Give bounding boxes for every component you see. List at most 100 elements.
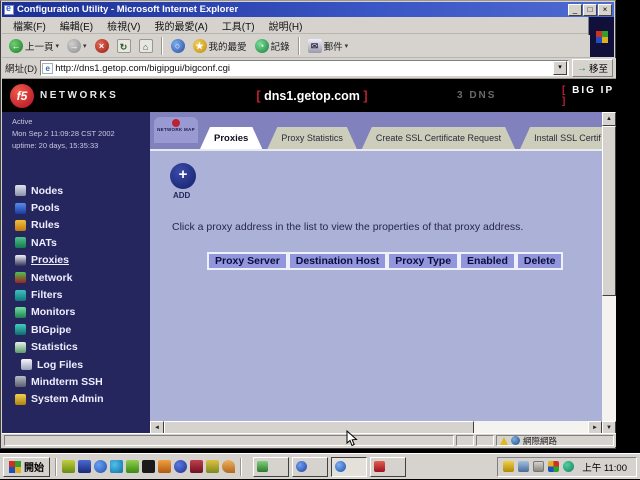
page-vertical-scrollbar[interactable]: ▲ ▼ [602,112,616,435]
sidebar-item-nats[interactable]: NATs [2,234,134,251]
tray-icon-5[interactable] [563,461,574,472]
link-bigip[interactable]: [ BIG IP ] [562,85,616,107]
add-button[interactable]: + [170,163,196,189]
instruction-text: Click a proxy address in the list to vie… [172,221,582,233]
minimize-button[interactable]: _ [568,4,582,16]
sidebar-nav: Nodes Pools Rules NATs Proxies Network F… [2,182,134,408]
start-button[interactable]: 開始 [3,457,50,477]
task-button-3[interactable] [331,457,367,477]
tray-icon-1[interactable] [503,461,514,472]
favorites-button[interactable]: ★ 我的最愛 [190,38,250,54]
status-panel [476,435,494,446]
quicklaunch-icon-11[interactable] [222,460,235,473]
quicklaunch-icon-10[interactable] [206,460,219,473]
back-dropdown-icon[interactable]: ▾ [56,42,60,50]
system-admin-icon [15,394,26,405]
titlebar: Configuration Utility - Microsoft Intern… [2,2,614,17]
app-icon [335,461,346,472]
tray-icon-4[interactable] [548,461,559,472]
tab-create-ssl-certificate-request[interactable]: Create SSL Certificate Request [362,127,515,149]
proxy-table: Proxy Server Destination Host Proxy Type… [206,251,564,271]
sidebar-item-nodes[interactable]: Nodes [2,182,134,199]
sidebar-item-filters[interactable]: Filters [2,286,134,303]
go-button[interactable]: → 移至 [572,59,613,77]
add-button-label[interactable]: ADD [173,191,190,200]
column-delete: Delete [517,253,563,269]
menu-edit[interactable]: 編輯(E) [53,17,100,34]
stop-button[interactable]: × [92,38,112,54]
back-icon: ← [9,39,23,53]
menu-view[interactable]: 檢視(V) [100,17,147,34]
sidebar-item-proxies[interactable]: Proxies [2,252,134,269]
proxies-icon [15,255,26,266]
quicklaunch-icon-3[interactable] [94,460,107,473]
windows-flag-icon [9,461,21,473]
page-viewport: f5 NETWORKS [ dns1.getop.com ] 3 DNS [ B… [2,79,616,435]
tab-proxy-statistics[interactable]: Proxy Statistics [267,127,357,149]
quicklaunch-icon-8[interactable] [174,460,187,473]
back-button[interactable]: ← 上一頁 ▾ [6,38,62,54]
quicklaunch-icon-6[interactable] [142,460,155,473]
url-input[interactable] [55,63,553,74]
mail-dropdown-icon[interactable]: ▾ [345,42,349,50]
mail-button[interactable]: ✉ 郵件 ▾ [305,38,352,54]
zone-label: 網際網路 [523,435,557,447]
address-label: 網址(D) [5,61,37,75]
task-button-2[interactable] [292,457,328,477]
toolbar-separator [298,37,300,55]
sidebar-item-system-admin[interactable]: System Admin [2,391,134,408]
sidebar-item-mindterm-ssh[interactable]: Mindterm SSH [2,373,134,390]
scroll-up-icon[interactable]: ▲ [602,112,616,126]
windows-flag-icon [596,31,608,43]
tab-proxies[interactable]: Proxies [200,127,262,149]
tab-install-ssl-certificate[interactable]: Install SSL Certif [520,127,602,149]
sidebar-item-network[interactable]: Network [2,269,134,286]
url-dropdown-icon[interactable]: ▾ [553,61,567,75]
sidebar-item-rules[interactable]: Rules [2,217,134,234]
quicklaunch-icon-9[interactable] [190,460,203,473]
link-3dns[interactable]: 3 DNS [457,90,496,101]
window-title: Configuration Utility - Microsoft Intern… [17,4,564,15]
task-button-1[interactable] [253,457,289,477]
network-map-button[interactable]: NETWORK MAP [154,117,198,143]
menu-file[interactable]: 檔案(F) [6,17,53,34]
pools-icon [15,203,26,214]
sidebar-item-bigpipe[interactable]: BIGpipe [2,321,134,338]
statistics-icon [15,342,26,353]
menu-favorites[interactable]: 我的最愛(A) [147,17,214,34]
history-button[interactable]: ◔ 記錄 [252,38,293,54]
search-button[interactable]: ○ [168,38,188,54]
internet-zone-icon [511,436,520,445]
security-zone-panel: 網際網路 [496,435,614,446]
f5-header: f5 NETWORKS [ dns1.getop.com ] 3 DNS [ B… [2,79,616,112]
quicklaunch-icon-5[interactable] [126,460,139,473]
sidebar-item-log-files[interactable]: Log Files [2,356,134,373]
quicklaunch-icon-7[interactable] [158,460,171,473]
task-button-4[interactable] [370,457,406,477]
scrollbar-thumb[interactable] [602,126,616,296]
sidebar-item-pools[interactable]: Pools [2,199,134,216]
forward-button[interactable]: → ▾ [64,38,90,54]
sidebar-item-statistics[interactable]: Statistics [2,339,134,356]
quicklaunch-icon-1[interactable] [62,460,75,473]
url-box: e ▾ [40,60,569,76]
tray-icon-3[interactable] [533,461,544,472]
stop-icon: × [95,39,109,53]
quicklaunch-icon-4[interactable] [110,460,123,473]
menu-tools[interactable]: 工具(T) [215,17,262,34]
forward-dropdown-icon[interactable]: ▾ [83,42,87,50]
column-enabled: Enabled [460,253,515,269]
tray-icon-2[interactable] [518,461,529,472]
table-header-row: Proxy Server Destination Host Proxy Type… [208,253,562,269]
taskbar-clock[interactable]: 上午 11:00 [578,460,631,474]
tab-bar: Proxies Proxy Statistics Create SSL Cert… [200,121,602,149]
column-destination-host: Destination Host [289,253,386,269]
go-icon: → [577,63,587,74]
home-button[interactable]: ⌂ [136,38,156,54]
maximize-button[interactable]: □ [583,4,597,16]
refresh-button[interactable]: ↻ [114,38,134,54]
sidebar-item-monitors[interactable]: Monitors [2,304,134,321]
menu-help[interactable]: 說明(H) [262,17,310,34]
quicklaunch-icon-2[interactable] [78,460,91,473]
close-button[interactable]: × [598,4,612,16]
